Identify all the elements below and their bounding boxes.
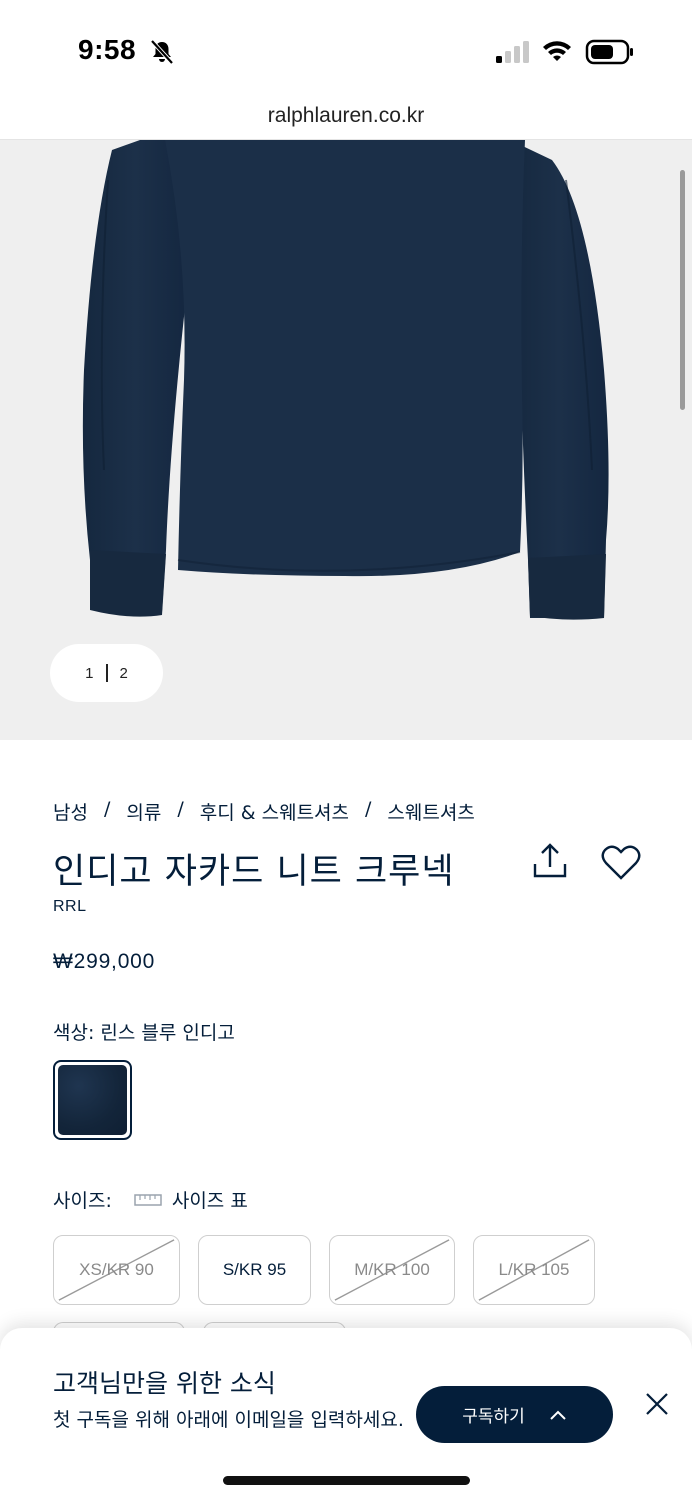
newsletter-sheet: 고객님만을 위한 소식 첫 구독을 위해 아래에 이메일을 입력하세요. 구독하…: [0, 1328, 692, 1500]
breadcrumb-separator: /: [365, 798, 372, 820]
subscribe-label: 구독하기: [462, 1407, 525, 1427]
ruler-icon: [134, 1193, 162, 1206]
size-option-s[interactable]: S/KR 95: [198, 1235, 311, 1305]
breadcrumb-item-men[interactable]: 남성: [53, 798, 88, 825]
breadcrumb-separator: /: [177, 798, 184, 820]
product-title: 인디고 자카드 니트 크루넥: [53, 852, 455, 892]
breadcrumb: 남성 / 의류 / 후디 & 스웨트셔츠 / 스웨트셔츠: [53, 798, 475, 825]
breadcrumb-item-clothing[interactable]: 의류: [126, 798, 161, 825]
color-label: 색상: 린스 블루 인디고: [53, 1022, 235, 1044]
color-swatch-fill: [58, 1065, 127, 1135]
size-option-m[interactable]: M/KR 100: [329, 1235, 455, 1305]
size-option-label: S/KR 95: [222, 1260, 287, 1279]
breadcrumb-item-sweatshirts[interactable]: 스웨트셔츠: [387, 798, 474, 825]
status-bar: 9:58: [0, 0, 692, 100]
size-option-xs[interactable]: XS/KR 90: [53, 1235, 180, 1305]
heart-icon[interactable]: [600, 842, 642, 882]
product-brand: RRL: [53, 898, 87, 915]
home-indicator[interactable]: [223, 1476, 470, 1485]
product-price: ₩299,000: [53, 950, 156, 973]
pager-total: 2: [119, 664, 128, 682]
color-swatch-rinse-blue-indigo[interactable]: [53, 1060, 132, 1140]
pager-divider: [105, 664, 108, 682]
newsletter-body: 첫 구독을 위해 아래에 이메일을 입력하세요.: [53, 1409, 404, 1431]
subscribe-button[interactable]: 구독하기: [416, 1386, 613, 1443]
breadcrumb-separator: /: [103, 798, 111, 820]
page-scrollbar[interactable]: [680, 170, 685, 410]
image-pager[interactable]: 1 2: [50, 644, 163, 702]
size-chart-link[interactable]: 사이즈 표: [172, 1186, 248, 1213]
status-time: 9:58: [78, 34, 137, 65]
wifi-icon: [543, 41, 571, 61]
size-option-label: L/KR 105: [498, 1260, 570, 1279]
breadcrumb-item-hoodies[interactable]: 후디 & 스웨트셔츠: [200, 798, 349, 825]
chevron-up-icon: [550, 1410, 566, 1420]
share-icon[interactable]: [530, 842, 570, 882]
cellular-signal-icon: [496, 41, 529, 63]
url-text: ralphlauren.co.kr: [267, 104, 425, 127]
browser-url-bar[interactable]: ralphlauren.co.kr: [0, 100, 692, 140]
newsletter-title: 고객님만을 위한 소식: [53, 1369, 276, 1398]
size-option-l[interactable]: L/KR 105: [473, 1235, 595, 1305]
size-option-label: XS/KR 90: [79, 1260, 154, 1279]
close-icon[interactable]: [643, 1390, 671, 1418]
size-label-row: 사이즈: 사이즈 표: [53, 1186, 248, 1213]
size-option-label: M/KR 100: [354, 1260, 430, 1279]
pager-current: 1: [85, 664, 94, 682]
bell-slash-icon: [150, 39, 174, 65]
size-label: 사이즈:: [53, 1190, 112, 1212]
battery-icon: [585, 39, 633, 65]
product-image-gallery[interactable]: 1 2: [0, 140, 692, 740]
